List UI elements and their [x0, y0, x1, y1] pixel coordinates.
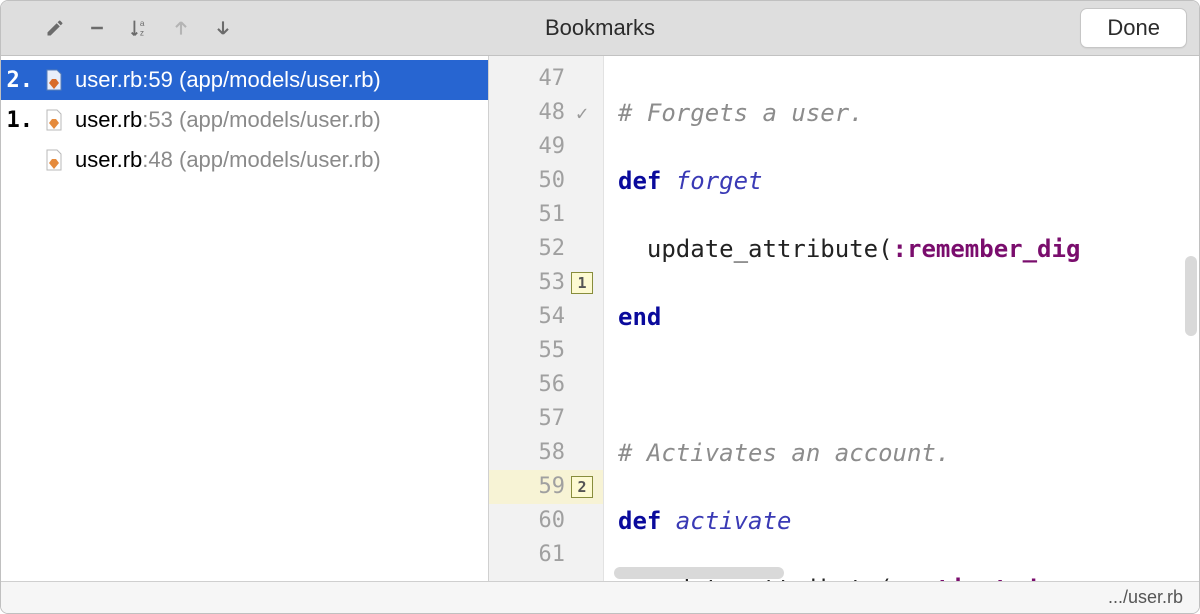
bookmark-item[interactable]: user.rb:48 (app/models/user.rb): [1, 140, 488, 180]
bookmark-item[interactable]: 1. user.rb:53 (app/models/user.rb): [1, 100, 488, 140]
gutter-row: 49: [489, 130, 603, 164]
check-icon: ✓: [576, 96, 588, 130]
edit-icon[interactable]: [43, 16, 67, 40]
vertical-scrollbar[interactable]: [1185, 256, 1197, 336]
ruby-file-icon: [43, 149, 65, 171]
gutter-row: 57: [489, 402, 603, 436]
svg-text:z: z: [140, 28, 144, 37]
move-down-icon[interactable]: [211, 16, 235, 40]
window-title: Bookmarks: [545, 15, 655, 41]
bookmark-item[interactable]: 2. user.rb:59 (app/models/user.rb): [1, 60, 488, 100]
gutter-row: 47: [489, 62, 603, 96]
ruby-file-icon: [43, 69, 65, 91]
bookmark-label: user.rb:48 (app/models/user.rb): [75, 147, 381, 173]
gutter-row: 54: [489, 300, 603, 334]
gutter-row: 52: [489, 232, 603, 266]
status-path: .../user.rb: [1108, 587, 1183, 608]
main-area: 2. user.rb:59 (app/models/user.rb) 1. us…: [1, 56, 1199, 581]
gutter-row: 48✓: [489, 96, 603, 130]
gutter-row: 61: [489, 538, 603, 572]
toolbar: az Bookmarks Done: [1, 1, 1199, 56]
bookmark-badge-icon[interactable]: 1: [571, 272, 593, 294]
move-up-icon[interactable]: [169, 16, 193, 40]
done-button[interactable]: Done: [1080, 8, 1187, 48]
gutter-row: 51: [489, 198, 603, 232]
gutter-row: 55: [489, 334, 603, 368]
gutter-row: 592: [489, 470, 603, 504]
horizontal-scrollbar[interactable]: [614, 567, 784, 579]
svg-text:a: a: [140, 19, 145, 28]
sort-az-icon[interactable]: az: [127, 16, 151, 40]
bookmark-mnemonic: 2.: [3, 68, 33, 93]
toolbar-actions: az: [13, 16, 235, 40]
gutter-row: 56: [489, 368, 603, 402]
bookmark-label: user.rb:59 (app/models/user.rb): [75, 67, 381, 93]
ruby-file-icon: [43, 109, 65, 131]
bookmark-mnemonic: 1.: [3, 108, 33, 133]
code-preview: 47 48✓ 49 50 51 52 531 54 55 56 57 58 59…: [489, 56, 1199, 581]
bookmark-list: 2. user.rb:59 (app/models/user.rb) 1. us…: [1, 56, 489, 581]
gutter-row: 58: [489, 436, 603, 470]
bookmark-badge-icon[interactable]: 2: [571, 476, 593, 498]
gutter-row: 50: [489, 164, 603, 198]
gutter-row: 60: [489, 504, 603, 538]
remove-icon[interactable]: [85, 16, 109, 40]
code-area[interactable]: # Forgets a user. def forget update_attr…: [604, 56, 1199, 581]
bookmarks-window: az Bookmarks Done 2. user.rb:59 (app/mod…: [0, 0, 1200, 614]
status-bar: .../user.rb: [1, 581, 1199, 613]
editor-gutter: 47 48✓ 49 50 51 52 531 54 55 56 57 58 59…: [489, 56, 604, 581]
gutter-row: 531: [489, 266, 603, 300]
bookmark-label: user.rb:53 (app/models/user.rb): [75, 107, 381, 133]
